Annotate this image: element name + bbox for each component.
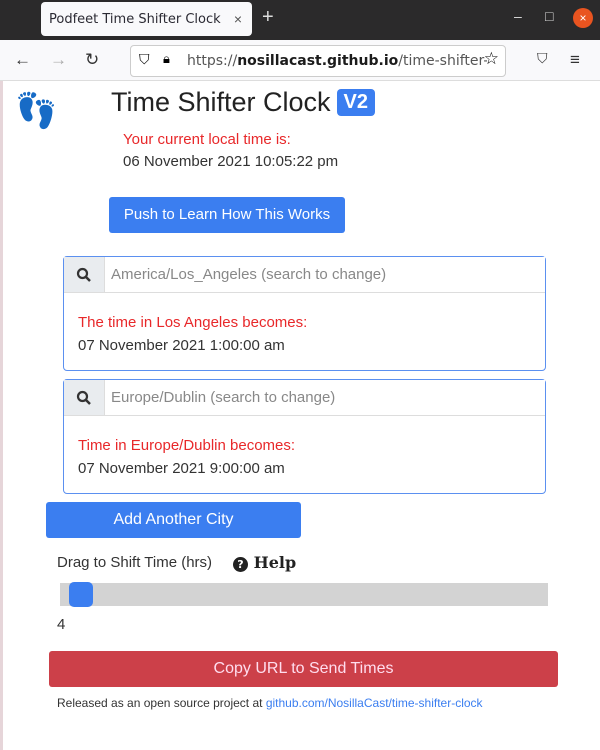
url-text[interactable]: https://nosillacast.github.io/time-shift… [187, 53, 487, 69]
browser-tab[interactable]: Podfeet Time Shifter Clock × [41, 2, 252, 36]
help-label: Help [253, 553, 297, 572]
bookmark-star-icon[interactable]: ☆ [484, 49, 499, 69]
lock-icon[interactable]: 🔒︎ [163, 51, 170, 67]
city-card: Time in Europe/Dublin becomes: 07 Novemb… [63, 379, 546, 494]
forward-icon[interactable]: → [50, 50, 67, 70]
footer: Released as an open source project at gi… [57, 696, 483, 710]
new-tab-button[interactable]: + [262, 6, 274, 29]
city-card: The time in Los Angeles becomes: 07 Nove… [63, 256, 546, 371]
time-shift-slider[interactable] [60, 582, 548, 607]
help-link[interactable]: ? Help [233, 553, 296, 572]
menu-icon[interactable]: ≡ [570, 50, 580, 70]
city-time-label: The time in Los Angeles becomes: [78, 314, 308, 331]
footprints-logo-icon: 👣 [15, 92, 58, 130]
github-link[interactable]: github.com/NosillaCast/time-shifter-cloc… [266, 696, 483, 710]
minimize-button[interactable]: – [514, 8, 522, 24]
question-circle-icon: ? [233, 557, 248, 572]
tab-title: Podfeet Time Shifter Clock [49, 11, 221, 27]
copy-url-button[interactable]: Copy URL to Send Times [49, 651, 558, 687]
title-bar: Podfeet Time Shifter Clock × + – □ × [0, 0, 600, 40]
footer-text: Released as an open source project at [57, 696, 266, 710]
tab-close-icon[interactable]: × [234, 11, 242, 27]
pocket-icon[interactable]: ⛉ [537, 50, 548, 67]
timezone-search-input[interactable] [105, 380, 545, 415]
url-bar[interactable]: ⛉ 🔒︎ https://nosillacast.github.io/time-… [130, 45, 506, 77]
local-time-label: Your current local time is: [123, 131, 291, 148]
slider-value: 4 [57, 616, 66, 633]
title-text: Time Shifter Clock [111, 87, 331, 117]
maximize-button[interactable]: □ [545, 8, 553, 24]
back-icon[interactable]: ← [14, 50, 31, 70]
navigation-bar: ← → ↻ ⛉ 🔒︎ https://nosillacast.github.io… [0, 40, 600, 81]
search-icon [64, 257, 105, 292]
city-time-label: Time in Europe/Dublin becomes: [78, 437, 296, 454]
slider-thumb[interactable] [69, 582, 93, 607]
page-title: Time Shifter Clock V2 [111, 87, 376, 118]
search-icon [64, 380, 105, 415]
close-window-button[interactable]: × [573, 8, 593, 28]
reload-icon[interactable]: ↻ [85, 50, 99, 70]
page-content: 👣 Time Shifter Clock V2 Your current loca… [0, 81, 600, 750]
local-time-value: 06 November 2021 10:05:22 pm [123, 153, 339, 170]
version-badge: V2 [336, 89, 376, 116]
city-time-value: 07 November 2021 9:00:00 am [78, 460, 285, 477]
learn-how-button[interactable]: Push to Learn How This Works [109, 197, 345, 233]
city-time-value: 07 November 2021 1:00:00 am [78, 337, 285, 354]
add-city-button[interactable]: Add Another City [46, 502, 301, 538]
slider-label: Drag to Shift Time (hrs) [57, 554, 213, 571]
timezone-search-input[interactable] [105, 257, 545, 292]
shield-icon[interactable]: ⛉ [139, 51, 150, 68]
